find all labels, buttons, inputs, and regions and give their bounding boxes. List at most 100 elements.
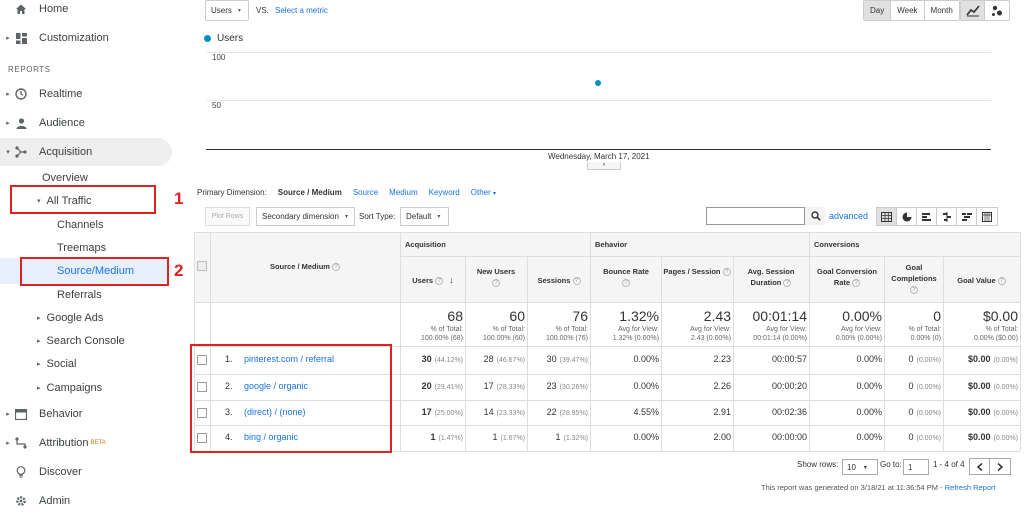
column-header-goal-conversion-rate[interactable]: Goal Conversion Rate ?: [810, 266, 884, 288]
column-header-avg-session-duration[interactable]: Avg. Session Duration ?: [734, 266, 808, 288]
dimension-source[interactable]: Source: [353, 188, 378, 197]
goto-label: Go to:: [880, 460, 902, 469]
metric-cell: $0.00 (0.00%): [948, 407, 1018, 417]
time-granularity-toggle: Day Week Month: [863, 0, 960, 21]
column-header-pages-session[interactable]: Pages / Session ?: [662, 266, 732, 277]
metric-value: 0: [908, 381, 914, 391]
total-detail-label: % of Total:: [492, 326, 525, 333]
motion-chart-icon[interactable]: [985, 1, 1009, 20]
sidebar-item-admin[interactable]: Admin: [0, 493, 70, 509]
y-tick-label: 50: [212, 101, 221, 110]
total-detail-label: Avg for View:: [618, 326, 659, 333]
pager: [969, 458, 1011, 475]
sidebar-item-referrals[interactable]: Referrals: [57, 289, 102, 301]
column-header-label: Goal Conversion Rate: [816, 267, 877, 287]
secondary-dimension-select[interactable]: Secondary dimension ▾: [256, 207, 355, 226]
week-button[interactable]: Week: [891, 1, 925, 20]
pivot-icon[interactable]: [977, 208, 997, 225]
column-header-sessions[interactable]: Sessions ?: [528, 275, 590, 286]
metric-cell: 00:00:00: [737, 432, 807, 442]
column-header-label: New Users: [476, 267, 516, 276]
help-icon[interactable]: ?: [783, 279, 792, 288]
metric-value: 1: [555, 432, 561, 442]
expand-caret-icon: ▸: [37, 385, 41, 392]
metric-cell: $0.00 (0.00%): [948, 354, 1018, 364]
sidebar-item-audience[interactable]: ▸ Audience: [0, 115, 85, 131]
column-header-goal-completions[interactable]: Goal Completions?: [885, 262, 943, 295]
term-cloud-icon[interactable]: [957, 208, 977, 225]
data-point[interactable]: [595, 80, 601, 87]
sidebar-item-behavior[interactable]: ▸ Behavior: [0, 406, 82, 422]
plot-rows-button[interactable]: Plot Rows: [205, 207, 250, 226]
select-all-checkbox[interactable]: [197, 261, 207, 271]
sidebar-item-discover[interactable]: Discover: [0, 464, 82, 480]
sidebar-item-home[interactable]: Home: [0, 1, 68, 17]
sidebar-item-label: Attribution: [39, 437, 89, 449]
dimension-other[interactable]: Other ▾: [471, 188, 496, 197]
show-rows-select[interactable]: 10 ▾: [842, 459, 878, 475]
sidebar-item-social[interactable]: ▸ Social: [37, 358, 76, 370]
show-rows-label: Show rows:: [797, 460, 839, 469]
total-detail: % of Total: 100.00% (76): [523, 325, 588, 343]
metric-value: 22: [546, 407, 557, 417]
total-detail-label: Avg for View:: [690, 326, 731, 333]
total-detail: Avg for View: 2.43 (0.00%): [657, 325, 731, 343]
help-icon[interactable]: ?: [997, 277, 1006, 286]
search-icon[interactable]: [804, 207, 826, 225]
sidebar-item-channels[interactable]: Channels: [57, 219, 103, 231]
line-chart-icon[interactable]: [961, 1, 985, 20]
metric-value: 2.23: [713, 354, 731, 364]
select-metric-link[interactable]: Select a metric: [275, 6, 328, 15]
data-table-icon[interactable]: [877, 208, 897, 225]
prev-page-button[interactable]: [970, 459, 990, 474]
day-button[interactable]: Day: [864, 1, 892, 20]
help-icon[interactable]: ?: [435, 277, 444, 286]
annotation-number-1: 1: [174, 189, 184, 208]
metric-cell: 00:02:36: [737, 407, 807, 417]
total-detail-label: Avg for View:: [766, 326, 807, 333]
dimension-source-medium[interactable]: Source / Medium: [278, 188, 342, 197]
pie-chart-icon[interactable]: [897, 208, 917, 225]
dimension-medium[interactable]: Medium: [389, 188, 417, 197]
column-header-users[interactable]: Users ? ↓: [402, 275, 464, 286]
refresh-report-link[interactable]: Refresh Report: [945, 483, 996, 492]
dimension-keyword[interactable]: Keyword: [429, 188, 460, 197]
sidebar-item-realtime[interactable]: ▸ Realtime: [0, 86, 82, 102]
performance-icon[interactable]: [917, 208, 937, 225]
sidebar-item-label: Behavior: [39, 408, 83, 420]
help-icon[interactable]: ?: [722, 268, 731, 277]
expand-caret-icon: ▸: [6, 411, 10, 418]
help-icon[interactable]: ?: [572, 277, 581, 286]
column-header-goal-value[interactable]: Goal Value ?: [944, 275, 1019, 286]
total-value: 1.32%: [619, 308, 659, 324]
help-icon[interactable]: ?: [852, 279, 861, 288]
legend-dot-users: [204, 35, 211, 42]
sidebar-item-search-console[interactable]: ▸ Search Console: [37, 335, 125, 347]
sidebar-item-google-ads[interactable]: ▸ Google Ads: [37, 312, 103, 324]
help-icon[interactable]: ?: [332, 263, 341, 272]
help-icon[interactable]: ?: [910, 286, 918, 295]
help-icon[interactable]: ?: [622, 279, 630, 288]
sidebar-item-treemaps[interactable]: Treemaps: [57, 242, 106, 254]
metric-select[interactable]: Users ▾: [205, 0, 249, 21]
sidebar-item-overview[interactable]: Overview: [42, 172, 88, 184]
total-detail-value: 0.00% ($0.00): [974, 335, 1018, 342]
total-detail: Avg for View: 1.32% (0.00%): [586, 325, 659, 343]
help-icon[interactable]: ?: [492, 279, 500, 288]
sort-type-select[interactable]: Default ▾: [400, 207, 449, 226]
table-border: [194, 302, 1020, 303]
goto-page-input[interactable]: 1: [903, 459, 929, 475]
comparison-icon[interactable]: [937, 208, 957, 225]
sidebar-item-campaigns[interactable]: ▸ Campaigns: [37, 382, 102, 394]
next-page-button[interactable]: [990, 459, 1010, 474]
column-header-new-users[interactable]: New Users?: [466, 266, 526, 288]
column-header-bounce-rate[interactable]: Bounce Rate?: [591, 266, 661, 288]
sidebar-item-customization[interactable]: ▸ Customization: [0, 30, 108, 46]
total-detail-value: 1.32% (0.00%): [612, 335, 659, 342]
chart-resize-handle[interactable]: ▾: [587, 162, 621, 170]
column-header-source-medium[interactable]: Source / Medium ?: [212, 261, 398, 272]
advanced-filter-link[interactable]: advanced: [829, 211, 868, 221]
sidebar-item-acquisition[interactable]: ▾ Acquisition: [0, 144, 92, 160]
month-button[interactable]: Month: [924, 1, 959, 20]
sidebar-item-attribution[interactable]: ▸ Attribution BETA: [0, 435, 106, 451]
